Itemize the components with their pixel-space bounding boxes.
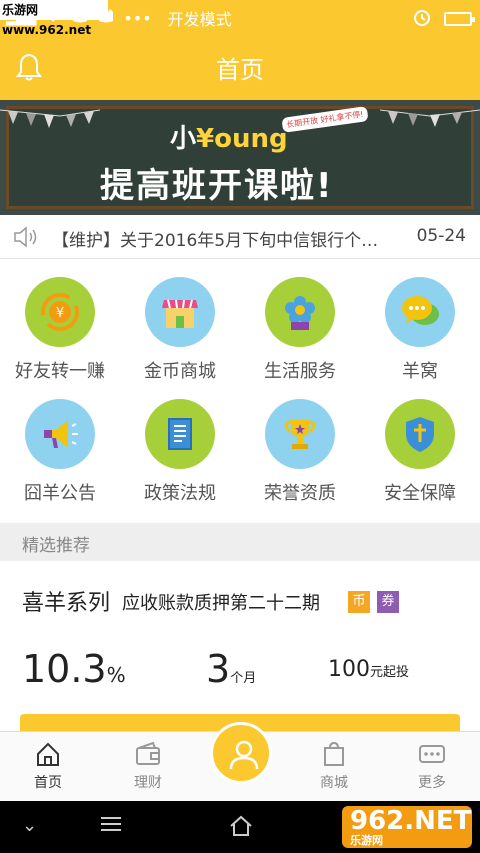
trophy-icon — [265, 399, 335, 469]
shield-icon — [385, 399, 455, 469]
promo-banner[interactable]: 小¥oung 长期开放 好礼拿不停! 提高班开课啦! — [0, 100, 480, 215]
tab-label: 首页 — [34, 775, 62, 791]
tab-mall[interactable]: 商城 — [294, 732, 374, 802]
grid-label: 荣誉资质 — [264, 483, 336, 504]
coin-badge: 币 — [348, 591, 370, 613]
svg-text:¥: ¥ — [56, 306, 64, 321]
product-name: 喜羊系列 — [22, 591, 111, 616]
chevron-down-icon[interactable]: ⌄ — [22, 815, 37, 836]
grid-item-coin-mall[interactable]: 金币商城 — [120, 259, 240, 382]
chat-icon — [385, 277, 455, 347]
tab-label: 理财 — [134, 775, 162, 791]
tab-home[interactable]: 首页 — [8, 732, 88, 802]
more-dots-icon: ••• — [123, 8, 152, 28]
notice-text: 【维护】关于2016年5月下旬中信银行个… — [52, 231, 379, 251]
grid-item-security[interactable]: 安全保障 — [360, 381, 480, 504]
section-header: 精选推荐 — [0, 523, 480, 561]
grid-label: 政策法规 — [144, 483, 216, 504]
tab-label: 商城 — [320, 775, 348, 791]
home-nav-icon[interactable] — [228, 815, 254, 842]
status-bar: ▂▃▅ ••• 开发模式 乐游网 www.962.net — [0, 0, 480, 37]
battery-icon — [444, 12, 475, 26]
book-icon — [145, 399, 215, 469]
speaker-icon — [12, 225, 40, 249]
alarm-icon — [412, 7, 432, 31]
developer-mode-label: 开发模式 — [167, 10, 232, 29]
status-right — [412, 7, 475, 31]
feature-grid: ¥ 好友转一赚 金币商城 生活服务 羊窝 囧羊公告 政策法规 荣誉资质 安全保障 — [0, 259, 480, 523]
banner-line2: 提高班开课啦! — [100, 166, 334, 206]
grid-item-policy[interactable]: 政策法规 — [120, 381, 240, 504]
megaphone-icon — [25, 399, 95, 469]
tab-label: 更多 — [418, 775, 446, 791]
grid-item-honors[interactable]: 荣誉资质 — [240, 381, 360, 504]
user-icon — [229, 740, 259, 770]
tab-finance[interactable]: 理财 — [108, 732, 188, 802]
grid-label: 生活服务 — [264, 361, 336, 382]
ticket-badge: 券 — [377, 591, 399, 613]
section-title: 精选推荐 — [22, 536, 90, 556]
annual-rate: 10.3% — [22, 647, 126, 691]
wallet-icon — [136, 741, 160, 765]
grid-label: 金币商城 — [144, 361, 216, 382]
banner-line1: 小¥oung — [170, 124, 288, 154]
term-length: 3个月 — [206, 647, 257, 691]
home-icon — [37, 742, 59, 766]
shopping-bag-icon — [324, 741, 344, 766]
page-title: 首页 — [216, 56, 264, 84]
product-subtitle: 应收账款质押第二十二期 — [122, 593, 320, 614]
grid-label: 好友转一赚 — [15, 361, 105, 382]
header: 首页 — [0, 34, 480, 100]
watermark-bottom: 962.NET 乐游网 — [342, 806, 472, 848]
grid-item-invite[interactable]: ¥ 好友转一赚 — [0, 259, 120, 382]
grid-item-life-service[interactable]: 生活服务 — [240, 259, 360, 382]
tab-more[interactable]: 更多 — [392, 732, 472, 802]
grid-item-sheep-nest[interactable]: 羊窝 — [360, 259, 480, 382]
product-card[interactable]: 喜羊系列 应收账款质押第二十二期 币 券 10.3% 3个月 100元起投 — [0, 561, 480, 744]
notice-bar[interactable]: 【维护】关于2016年5月下旬中信银行个… 05-24 — [0, 215, 480, 259]
profile-button[interactable] — [210, 722, 272, 784]
grid-item-announcement[interactable]: 囧羊公告 — [0, 381, 120, 504]
more-icon — [419, 745, 445, 763]
flower-icon — [265, 277, 335, 347]
minimum-investment: 100元起投 — [328, 657, 410, 682]
grid-label: 羊窝 — [402, 361, 438, 382]
notice-date: 05-24 — [416, 226, 466, 246]
watermark-top: 乐游网 www.962.net — [0, 0, 108, 37]
yen-cycle-icon: ¥ — [25, 277, 95, 347]
menu-icon[interactable] — [100, 815, 122, 838]
grid-label: 安全保障 — [384, 483, 456, 504]
grid-label: 囧羊公告 — [24, 483, 96, 504]
shop-icon — [145, 277, 215, 347]
